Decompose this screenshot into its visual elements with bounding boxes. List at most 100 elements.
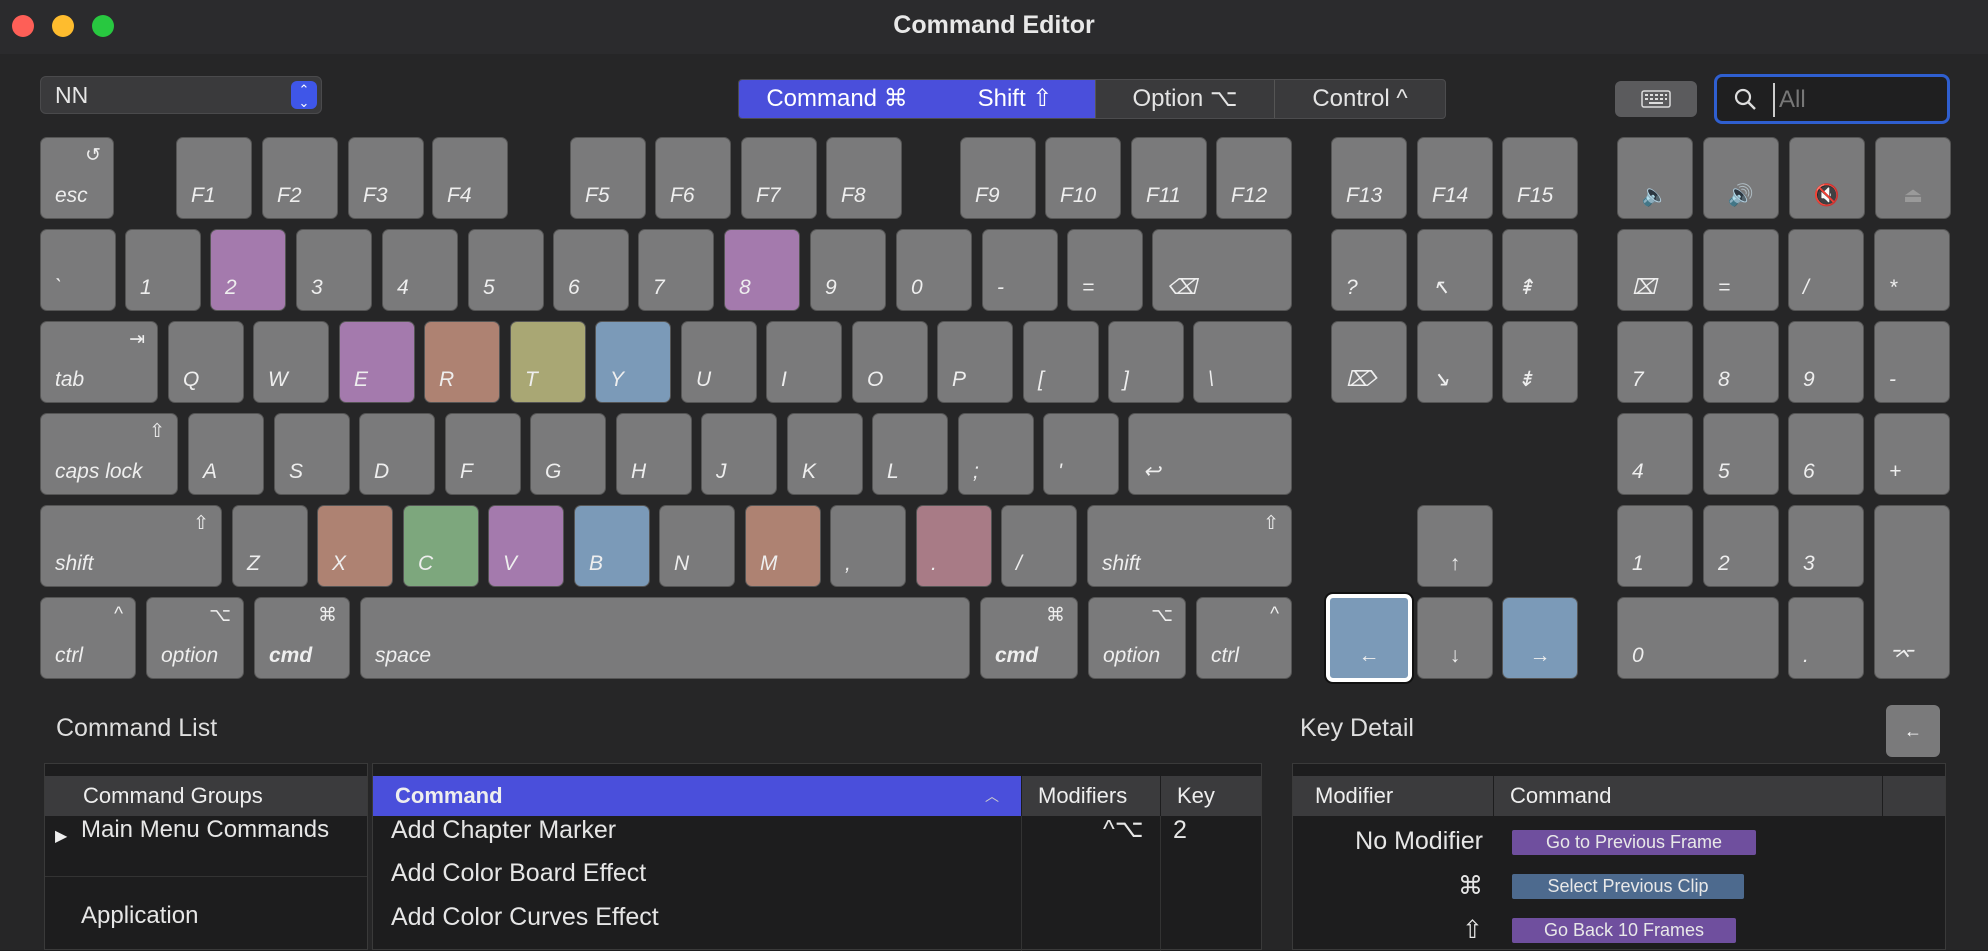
key--[interactable]: ]	[1108, 321, 1184, 403]
key-f12[interactable]: F12	[1216, 137, 1292, 219]
key-v[interactable]: V	[488, 505, 564, 587]
command-column-header[interactable]: Command	[373, 776, 1021, 816]
key-detail-key-button[interactable]: ←	[1886, 705, 1940, 757]
disclosure-triangle-icon[interactable]: ▶	[55, 826, 67, 846]
command-column-header[interactable]: Command	[1494, 776, 1882, 816]
numpad-key[interactable]: 1	[1617, 505, 1693, 587]
home-key[interactable]: ↖	[1417, 229, 1493, 311]
key-f5[interactable]: F5	[570, 137, 646, 219]
numpad-key[interactable]: /	[1788, 229, 1864, 311]
key-p[interactable]: P	[937, 321, 1013, 403]
search-field[interactable]	[1714, 74, 1950, 124]
key-t[interactable]: T	[510, 321, 586, 403]
key--[interactable]: `	[40, 229, 116, 311]
numpad-key[interactable]: *	[1874, 229, 1950, 311]
numpad-key[interactable]: =	[1703, 229, 1779, 311]
eject-icon[interactable]: ⏏	[1875, 137, 1951, 219]
key-z[interactable]: Z	[232, 505, 308, 587]
key-k[interactable]: K	[787, 413, 863, 495]
right-ctrl-key[interactable]: ctrl ^	[1196, 597, 1292, 679]
key-column-header[interactable]: Key	[1161, 776, 1261, 816]
key-i[interactable]: I	[766, 321, 842, 403]
numpad-key[interactable]: 7	[1617, 321, 1693, 403]
right-arrow-key[interactable]: →	[1502, 597, 1578, 679]
group-item[interactable]: Application	[81, 902, 198, 930]
key-6[interactable]: 6	[553, 229, 629, 311]
key-h[interactable]: H	[616, 413, 692, 495]
key-f11[interactable]: F11	[1131, 137, 1207, 219]
key-f4[interactable]: F4	[432, 137, 508, 219]
left-shift-key[interactable]: shift ⇧	[40, 505, 222, 587]
key-8[interactable]: 8	[724, 229, 800, 311]
key-j[interactable]: J	[701, 413, 777, 495]
return-key[interactable]: ↩	[1128, 413, 1292, 495]
modifier-control[interactable]: Control ^	[1275, 80, 1445, 118]
key-3[interactable]: 3	[296, 229, 372, 311]
right-shift-key[interactable]: shift ⇧	[1087, 505, 1292, 587]
modifier-option[interactable]: Option ⌥	[1096, 80, 1274, 118]
key-5[interactable]: 5	[468, 229, 544, 311]
key--[interactable]: =	[1067, 229, 1143, 311]
delete-key[interactable]: ⌫	[1152, 229, 1292, 311]
key-f9[interactable]: F9	[960, 137, 1036, 219]
group-item[interactable]: Main Menu Commands	[81, 816, 329, 844]
key-4[interactable]: 4	[382, 229, 458, 311]
key-f2[interactable]: F2	[262, 137, 338, 219]
numpad-key[interactable]: 9	[1788, 321, 1864, 403]
key-f7[interactable]: F7	[741, 137, 817, 219]
key-b[interactable]: B	[574, 505, 650, 587]
up-arrow-key[interactable]: ↑	[1417, 505, 1493, 587]
key-1[interactable]: 1	[125, 229, 201, 311]
key-g[interactable]: G	[530, 413, 606, 495]
key-y[interactable]: Y	[595, 321, 671, 403]
key--[interactable]: ;	[958, 413, 1034, 495]
key-x[interactable]: X	[317, 505, 393, 587]
page-down-key[interactable]: ⇟	[1502, 321, 1578, 403]
numpad-key[interactable]: 8	[1703, 321, 1779, 403]
preset-popup[interactable]: NN ⌃ ⌄	[40, 76, 322, 114]
right-option-key[interactable]: option ⌥	[1088, 597, 1186, 679]
modifier-column-header[interactable]: Modifier	[1293, 776, 1493, 816]
key-f10[interactable]: F10	[1045, 137, 1121, 219]
forward-delete-key[interactable]: ⌦	[1331, 321, 1407, 403]
key-u[interactable]: U	[681, 321, 757, 403]
key-9[interactable]: 9	[810, 229, 886, 311]
key-7[interactable]: 7	[638, 229, 714, 311]
numpad-key[interactable]: 3	[1788, 505, 1864, 587]
key-f8[interactable]: F8	[826, 137, 902, 219]
keyboard-button[interactable]	[1615, 81, 1697, 117]
end-key[interactable]: ↘	[1417, 321, 1493, 403]
key-f6[interactable]: F6	[655, 137, 731, 219]
numpad-key[interactable]: 4	[1617, 413, 1693, 495]
key-0[interactable]: 0	[896, 229, 972, 311]
key-a[interactable]: A	[188, 413, 264, 495]
key-f3[interactable]: F3	[348, 137, 424, 219]
key-w[interactable]: W	[253, 321, 329, 403]
command-groups-header[interactable]: Command Groups	[45, 776, 367, 816]
key-l[interactable]: L	[872, 413, 948, 495]
left-ctrl-key[interactable]: ctrl ^	[40, 597, 136, 679]
speaker-low-icon[interactable]: 🔈	[1617, 137, 1693, 219]
space-key[interactable]: space	[360, 597, 970, 679]
numpad-key[interactable]: +	[1874, 413, 1950, 495]
numpad-enter-key[interactable]: ⌤	[1874, 505, 1950, 679]
key-f[interactable]: F	[445, 413, 521, 495]
speaker-mute-icon[interactable]: 🔇	[1789, 137, 1865, 219]
numpad-key[interactable]: 0	[1617, 597, 1779, 679]
key-f15[interactable]: F15	[1502, 137, 1578, 219]
numpad-key[interactable]: 5	[1703, 413, 1779, 495]
modifier-command[interactable]: Command ⌘	[739, 80, 935, 118]
key-f13[interactable]: F13	[1331, 137, 1407, 219]
key--[interactable]: \	[1193, 321, 1292, 403]
key-esc[interactable]: esc ↺	[40, 137, 114, 219]
key--[interactable]: ,	[830, 505, 906, 587]
key-m[interactable]: M	[745, 505, 821, 587]
left-cmd-key[interactable]: cmd ⌘	[254, 597, 350, 679]
key-f1[interactable]: F1	[176, 137, 252, 219]
key-q[interactable]: Q	[168, 321, 244, 403]
down-arrow-key[interactable]: ↓	[1417, 597, 1493, 679]
key-c[interactable]: C	[403, 505, 479, 587]
search-input[interactable]	[1773, 83, 1941, 117]
key-s[interactable]: S	[274, 413, 350, 495]
key-2[interactable]: 2	[210, 229, 286, 311]
